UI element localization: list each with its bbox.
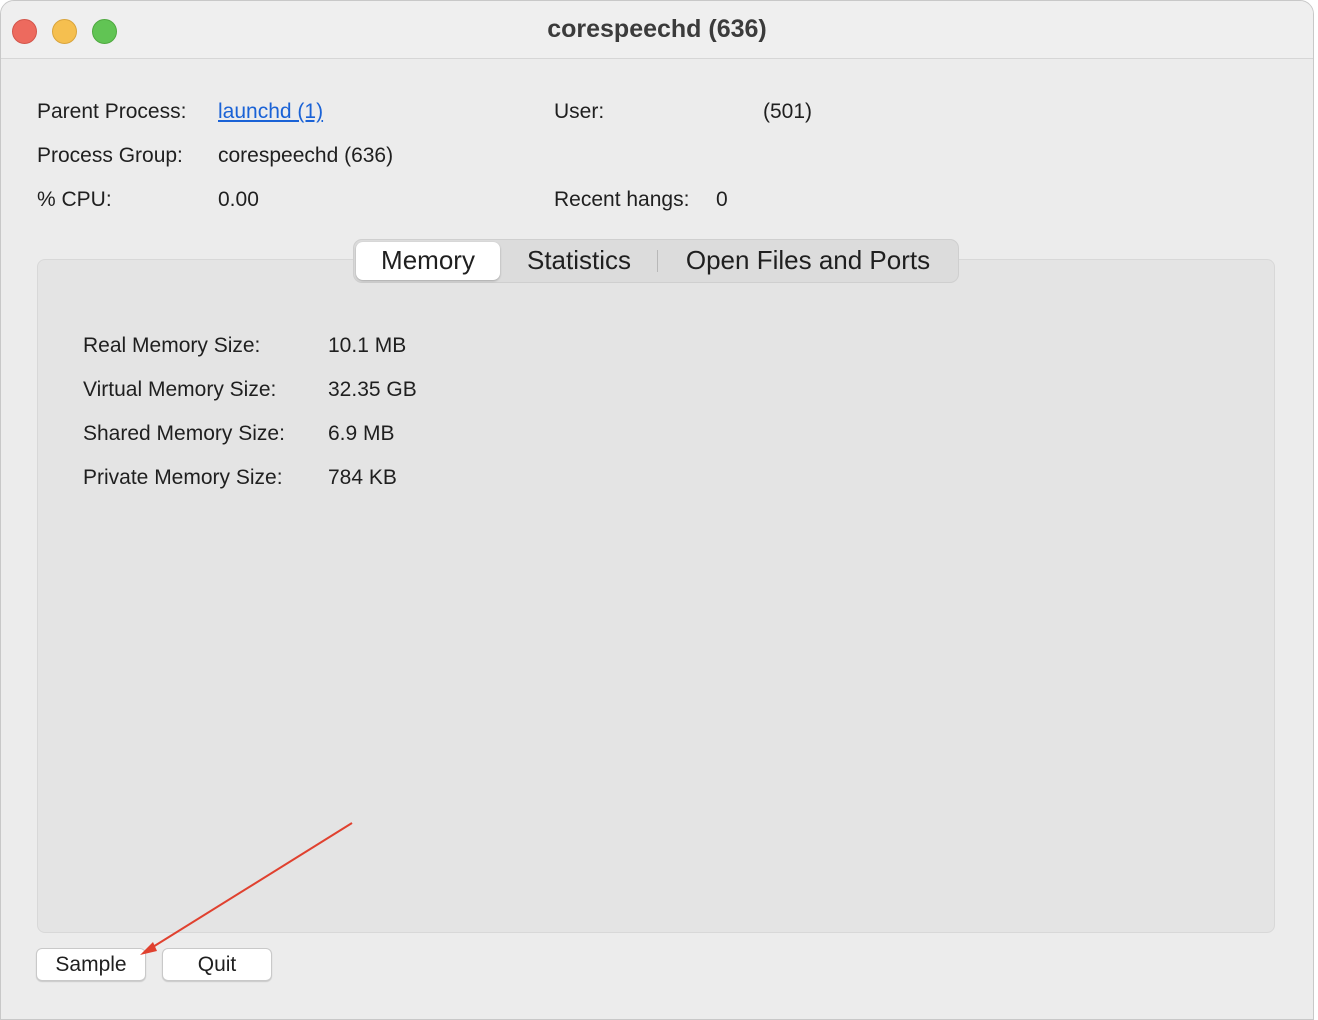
window-title: corespeechd (636) (547, 15, 767, 43)
tab-content-panel (37, 259, 1275, 933)
private-memory-label: Private Memory Size: (83, 466, 283, 489)
private-memory-value: 784 KB (328, 466, 397, 489)
tab-memory[interactable]: Memory (356, 242, 500, 280)
tab-statistics[interactable]: Statistics (506, 240, 652, 282)
cpu-label: % CPU: (37, 188, 112, 211)
parent-process-label: Parent Process: (37, 100, 187, 123)
real-memory-value: 10.1 MB (328, 334, 407, 357)
tab-separator (657, 250, 658, 272)
shared-memory-value: 6.9 MB (328, 422, 395, 445)
parent-process-link[interactable]: launchd (1) (218, 100, 323, 124)
recent-hangs-value: 0 (716, 188, 728, 211)
recent-hangs-label: Recent hangs: (554, 188, 690, 211)
cpu-value: 0.00 (218, 188, 259, 211)
user-value: (501) (763, 100, 813, 123)
tab-open-files-and-ports[interactable]: Open Files and Ports (662, 240, 954, 282)
real-memory-label: Real Memory Size: (83, 334, 261, 357)
process-info-window: corespeechd (636) Parent Process: launch… (0, 0, 1314, 1020)
virtual-memory-label: Virtual Memory Size: (83, 378, 277, 401)
user-label: User: (554, 100, 605, 123)
virtual-memory-value: 32.35 GB (328, 378, 417, 401)
sample-button[interactable]: Sample (36, 948, 146, 981)
title-bar[interactable]: corespeechd (636) (1, 1, 1313, 59)
tab-bar: Memory Statistics Open Files and Ports (353, 239, 959, 283)
process-group-value: corespeechd (636) (218, 144, 394, 167)
process-group-label: Process Group: (37, 144, 183, 167)
shared-memory-label: Shared Memory Size: (83, 422, 285, 445)
quit-button[interactable]: Quit (162, 948, 272, 981)
